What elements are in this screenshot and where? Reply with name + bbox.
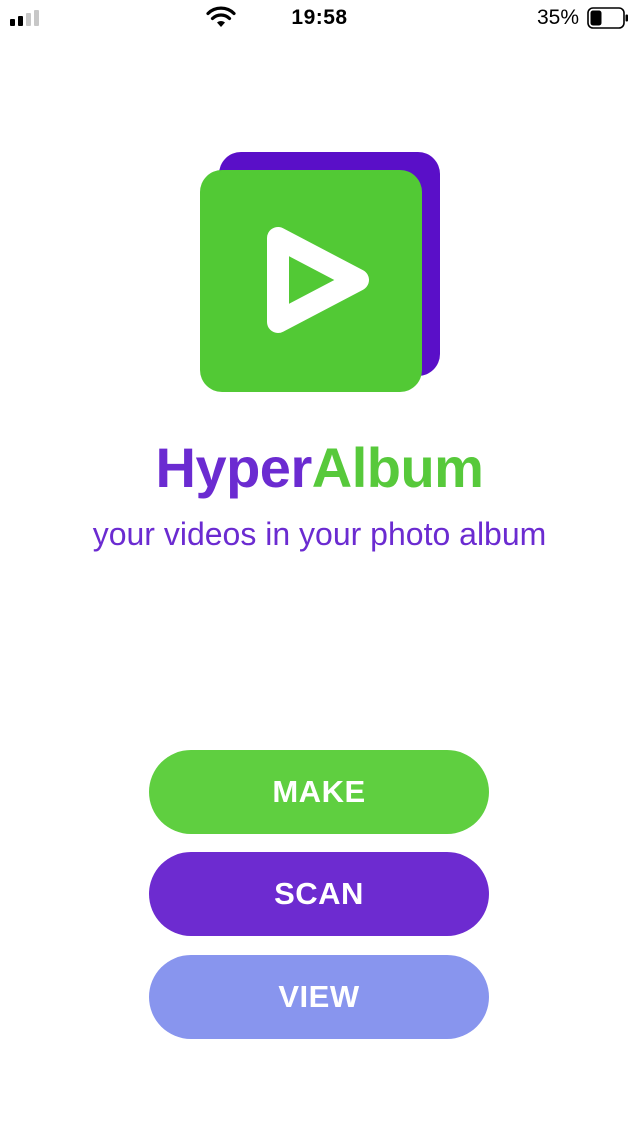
app-screen: 19:58 35% HyperAlbum your videos in your… — [0, 0, 639, 1136]
app-title-hyper: Hyper — [155, 436, 313, 499]
battery-icon — [587, 7, 628, 29]
app-title: HyperAlbum — [0, 436, 639, 500]
battery-percentage: 35% — [536, 6, 579, 29]
make-button[interactable]: MAKE — [149, 750, 489, 834]
app-tagline: your videos in your photo album — [92, 516, 547, 552]
app-logo-icon — [200, 152, 440, 392]
scan-button[interactable]: SCAN — [149, 852, 489, 936]
status-bar: 19:58 35% — [0, 0, 639, 40]
app-title-album: Album — [311, 436, 484, 499]
view-button[interactable]: VIEW — [149, 955, 489, 1039]
